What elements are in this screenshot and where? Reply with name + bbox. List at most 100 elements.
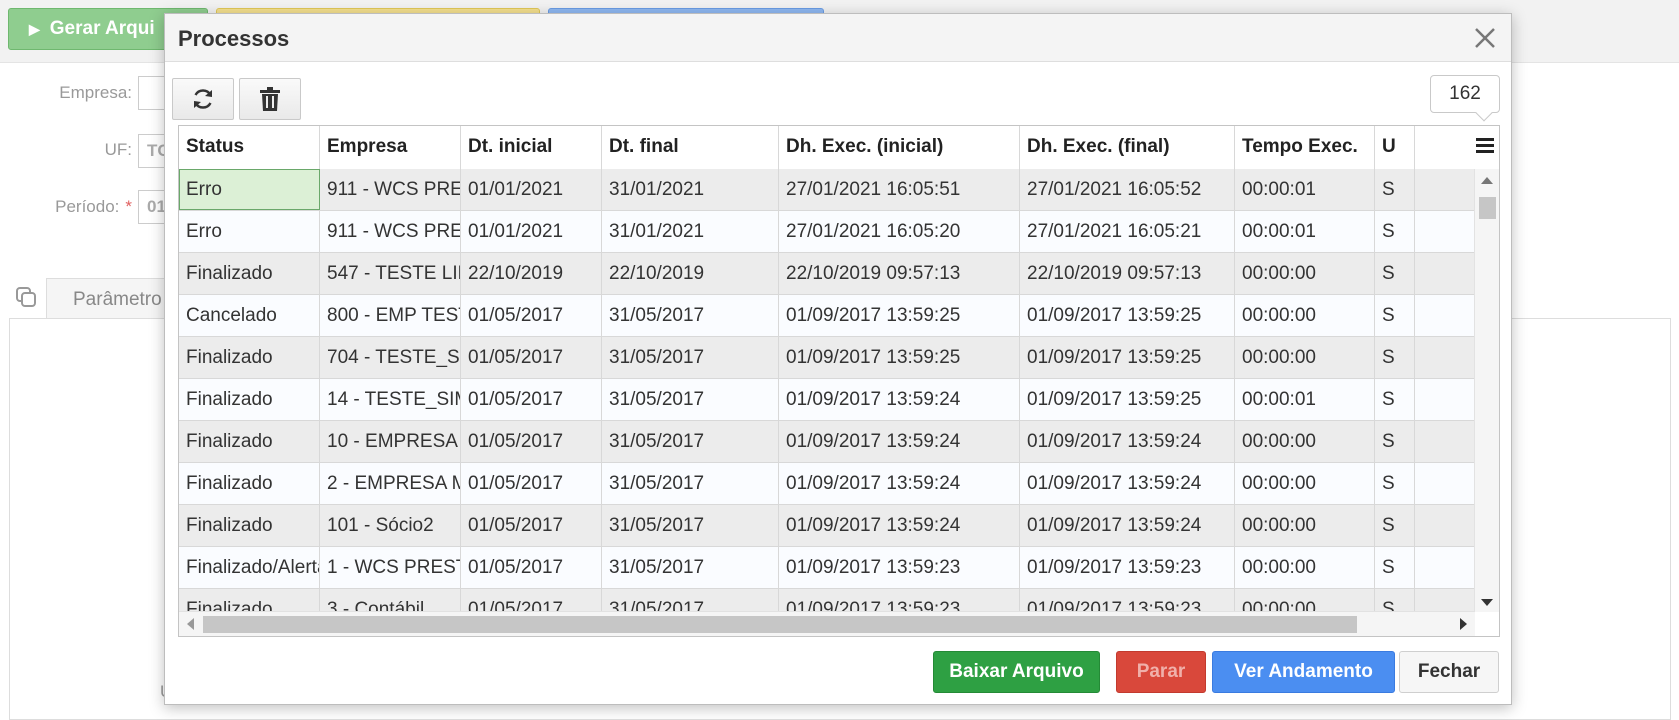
scroll-right-icon[interactable]: [1460, 618, 1467, 630]
cell-usuario[interactable]: S: [1375, 169, 1415, 210]
cell-dt-final[interactable]: 31/05/2017: [602, 421, 779, 462]
cell-dh-exec-inicial[interactable]: 22/10/2019 09:57:13: [779, 253, 1020, 294]
cell-dh-exec-final[interactable]: 27/01/2021 16:05:21: [1020, 211, 1235, 252]
cell-status[interactable]: Finalizado: [179, 253, 320, 294]
cell-tempo-exec[interactable]: 00:00:00: [1235, 463, 1375, 504]
cell-dt-inicial[interactable]: 01/05/2017: [461, 463, 602, 504]
cell-dt-final[interactable]: 31/01/2021: [602, 211, 779, 252]
cell-status[interactable]: Erro: [179, 211, 320, 252]
column-header-status[interactable]: Status: [179, 126, 320, 169]
table-row[interactable]: Erro 911 - WCS PRES 01/01/2021 31/01/2021 27…: [179, 169, 1474, 211]
cell-dh-exec-inicial[interactable]: 01/09/2017 13:59:24: [779, 505, 1020, 546]
table-row[interactable]: Finalizado 10 - EMPRESA T 01/05/2017 31/05/…: [179, 421, 1474, 463]
column-header-dh-exec-final[interactable]: Dh. Exec. (final): [1020, 126, 1235, 169]
table-row[interactable]: Finalizado/Alerta 1 - WCS PREST 01/05/2017…: [179, 547, 1474, 589]
cell-status[interactable]: Finalizado: [179, 337, 320, 378]
baixar-arquivo-button[interactable]: Baixar Arquivo: [933, 651, 1100, 693]
column-header-usuario[interactable]: U: [1375, 126, 1415, 169]
close-icon[interactable]: [1469, 22, 1501, 54]
scroll-left-icon[interactable]: [187, 618, 194, 630]
refresh-button[interactable]: [172, 78, 234, 120]
cell-status[interactable]: Erro: [179, 169, 320, 210]
cell-dh-exec-final[interactable]: 27/01/2021 16:05:52: [1020, 169, 1235, 210]
vertical-scrollbar[interactable]: [1474, 169, 1499, 614]
cell-status[interactable]: Finalizado/Alerta: [179, 547, 320, 588]
cell-usuario[interactable]: S: [1375, 295, 1415, 336]
cell-empresa[interactable]: 101 - Sócio2: [320, 505, 461, 546]
cell-dt-final[interactable]: 31/01/2021: [602, 169, 779, 210]
cell-dt-inicial[interactable]: 01/01/2021: [461, 169, 602, 210]
cell-empresa[interactable]: 800 - EMP TEST: [320, 295, 461, 336]
cell-usuario[interactable]: S: [1375, 547, 1415, 588]
cell-usuario[interactable]: S: [1375, 421, 1415, 462]
cell-usuario[interactable]: S: [1375, 379, 1415, 420]
cell-tempo-exec[interactable]: 00:00:01: [1235, 169, 1375, 210]
cell-dt-inicial[interactable]: 01/05/2017: [461, 505, 602, 546]
cell-dt-final[interactable]: 31/05/2017: [602, 295, 779, 336]
column-header-dt-final[interactable]: Dt. final: [602, 126, 779, 169]
table-row[interactable]: Finalizado 547 - TESTE LIN 22/10/2019 22/10…: [179, 253, 1474, 295]
cell-dt-inicial[interactable]: 22/10/2019: [461, 253, 602, 294]
cell-dh-exec-final[interactable]: 01/09/2017 13:59:24: [1020, 505, 1235, 546]
cell-empresa[interactable]: 911 - WCS PRES: [320, 169, 461, 210]
column-header-tempo-exec[interactable]: Tempo Exec.: [1235, 126, 1375, 169]
cell-dt-final[interactable]: 31/05/2017: [602, 463, 779, 504]
cell-status[interactable]: Cancelado: [179, 295, 320, 336]
cell-usuario[interactable]: S: [1375, 463, 1415, 504]
ver-andamento-button[interactable]: Ver Andamento: [1212, 651, 1395, 693]
column-header-dh-exec-inicial[interactable]: Dh. Exec. (inicial): [779, 126, 1020, 169]
cell-dt-inicial[interactable]: 01/05/2017: [461, 547, 602, 588]
horizontal-scroll-thumb[interactable]: [203, 616, 1357, 633]
cell-status[interactable]: Finalizado: [179, 463, 320, 504]
cell-dt-final[interactable]: 31/05/2017: [602, 505, 779, 546]
cell-dt-final[interactable]: 31/05/2017: [602, 379, 779, 420]
cell-dh-exec-final[interactable]: 01/09/2017 13:59:24: [1020, 463, 1235, 504]
fechar-button[interactable]: Fechar: [1399, 651, 1499, 693]
scroll-up-icon[interactable]: [1481, 177, 1493, 184]
cell-tempo-exec[interactable]: 00:00:00: [1235, 421, 1375, 462]
cell-dt-final[interactable]: 31/05/2017: [602, 547, 779, 588]
column-header-dt-inicial[interactable]: Dt. inicial: [461, 126, 602, 169]
table-row[interactable]: Finalizado 101 - Sócio2 01/05/2017 31/05/20…: [179, 505, 1474, 547]
cell-dh-exec-inicial[interactable]: 01/09/2017 13:59:25: [779, 337, 1020, 378]
cell-dh-exec-inicial[interactable]: 01/09/2017 13:59:24: [779, 421, 1020, 462]
cell-dt-final[interactable]: 31/05/2017: [602, 337, 779, 378]
cell-dh-exec-final[interactable]: 22/10/2019 09:57:13: [1020, 253, 1235, 294]
cell-dt-inicial[interactable]: 01/05/2017: [461, 421, 602, 462]
cell-empresa[interactable]: 14 - TESTE_SIM: [320, 379, 461, 420]
cell-usuario[interactable]: S: [1375, 337, 1415, 378]
cell-tempo-exec[interactable]: 00:00:01: [1235, 211, 1375, 252]
cell-dt-final[interactable]: 22/10/2019: [602, 253, 779, 294]
cell-dh-exec-inicial[interactable]: 01/09/2017 13:59:24: [779, 463, 1020, 504]
delete-button[interactable]: [239, 78, 301, 120]
cell-tempo-exec[interactable]: 00:00:01: [1235, 379, 1375, 420]
table-row[interactable]: Cancelado 800 - EMP TEST 01/05/2017 31/05/2…: [179, 295, 1474, 337]
cell-tempo-exec[interactable]: 00:00:00: [1235, 505, 1375, 546]
column-header-empresa[interactable]: Empresa: [320, 126, 461, 169]
cell-tempo-exec[interactable]: 00:00:00: [1235, 337, 1375, 378]
cell-status[interactable]: Finalizado: [179, 505, 320, 546]
table-row[interactable]: Finalizado 704 - TESTE_SI 01/05/2017 31/05/…: [179, 337, 1474, 379]
cell-dt-inicial[interactable]: 01/05/2017: [461, 295, 602, 336]
cell-dh-exec-final[interactable]: 01/09/2017 13:59:25: [1020, 337, 1235, 378]
cell-dh-exec-inicial[interactable]: 01/09/2017 13:59:25: [779, 295, 1020, 336]
cell-dh-exec-final[interactable]: 01/09/2017 13:59:25: [1020, 295, 1235, 336]
cell-empresa[interactable]: 911 - WCS PRES: [320, 211, 461, 252]
cell-tempo-exec[interactable]: 00:00:00: [1235, 295, 1375, 336]
scroll-down-icon[interactable]: [1481, 599, 1493, 606]
cell-dt-inicial[interactable]: 01/01/2021: [461, 211, 602, 252]
horizontal-scrollbar[interactable]: [179, 611, 1475, 636]
cell-dh-exec-final[interactable]: 01/09/2017 13:59:23: [1020, 547, 1235, 588]
table-row[interactable]: Erro 911 - WCS PRES 01/01/2021 31/01/2021 27…: [179, 211, 1474, 253]
cell-dt-inicial[interactable]: 01/05/2017: [461, 379, 602, 420]
cell-usuario[interactable]: S: [1375, 505, 1415, 546]
cell-tempo-exec[interactable]: 00:00:00: [1235, 253, 1375, 294]
cell-status[interactable]: Finalizado: [179, 421, 320, 462]
table-row[interactable]: Finalizado 2 - EMPRESA M 01/05/2017 31/05/2…: [179, 463, 1474, 505]
cell-empresa[interactable]: 10 - EMPRESA T: [320, 421, 461, 462]
cell-empresa[interactable]: 547 - TESTE LIN: [320, 253, 461, 294]
parar-button[interactable]: Parar: [1116, 651, 1206, 693]
cell-dt-inicial[interactable]: 01/05/2017: [461, 337, 602, 378]
cell-dh-exec-inicial[interactable]: 01/09/2017 13:59:24: [779, 379, 1020, 420]
cell-dh-exec-inicial[interactable]: 27/01/2021 16:05:51: [779, 169, 1020, 210]
